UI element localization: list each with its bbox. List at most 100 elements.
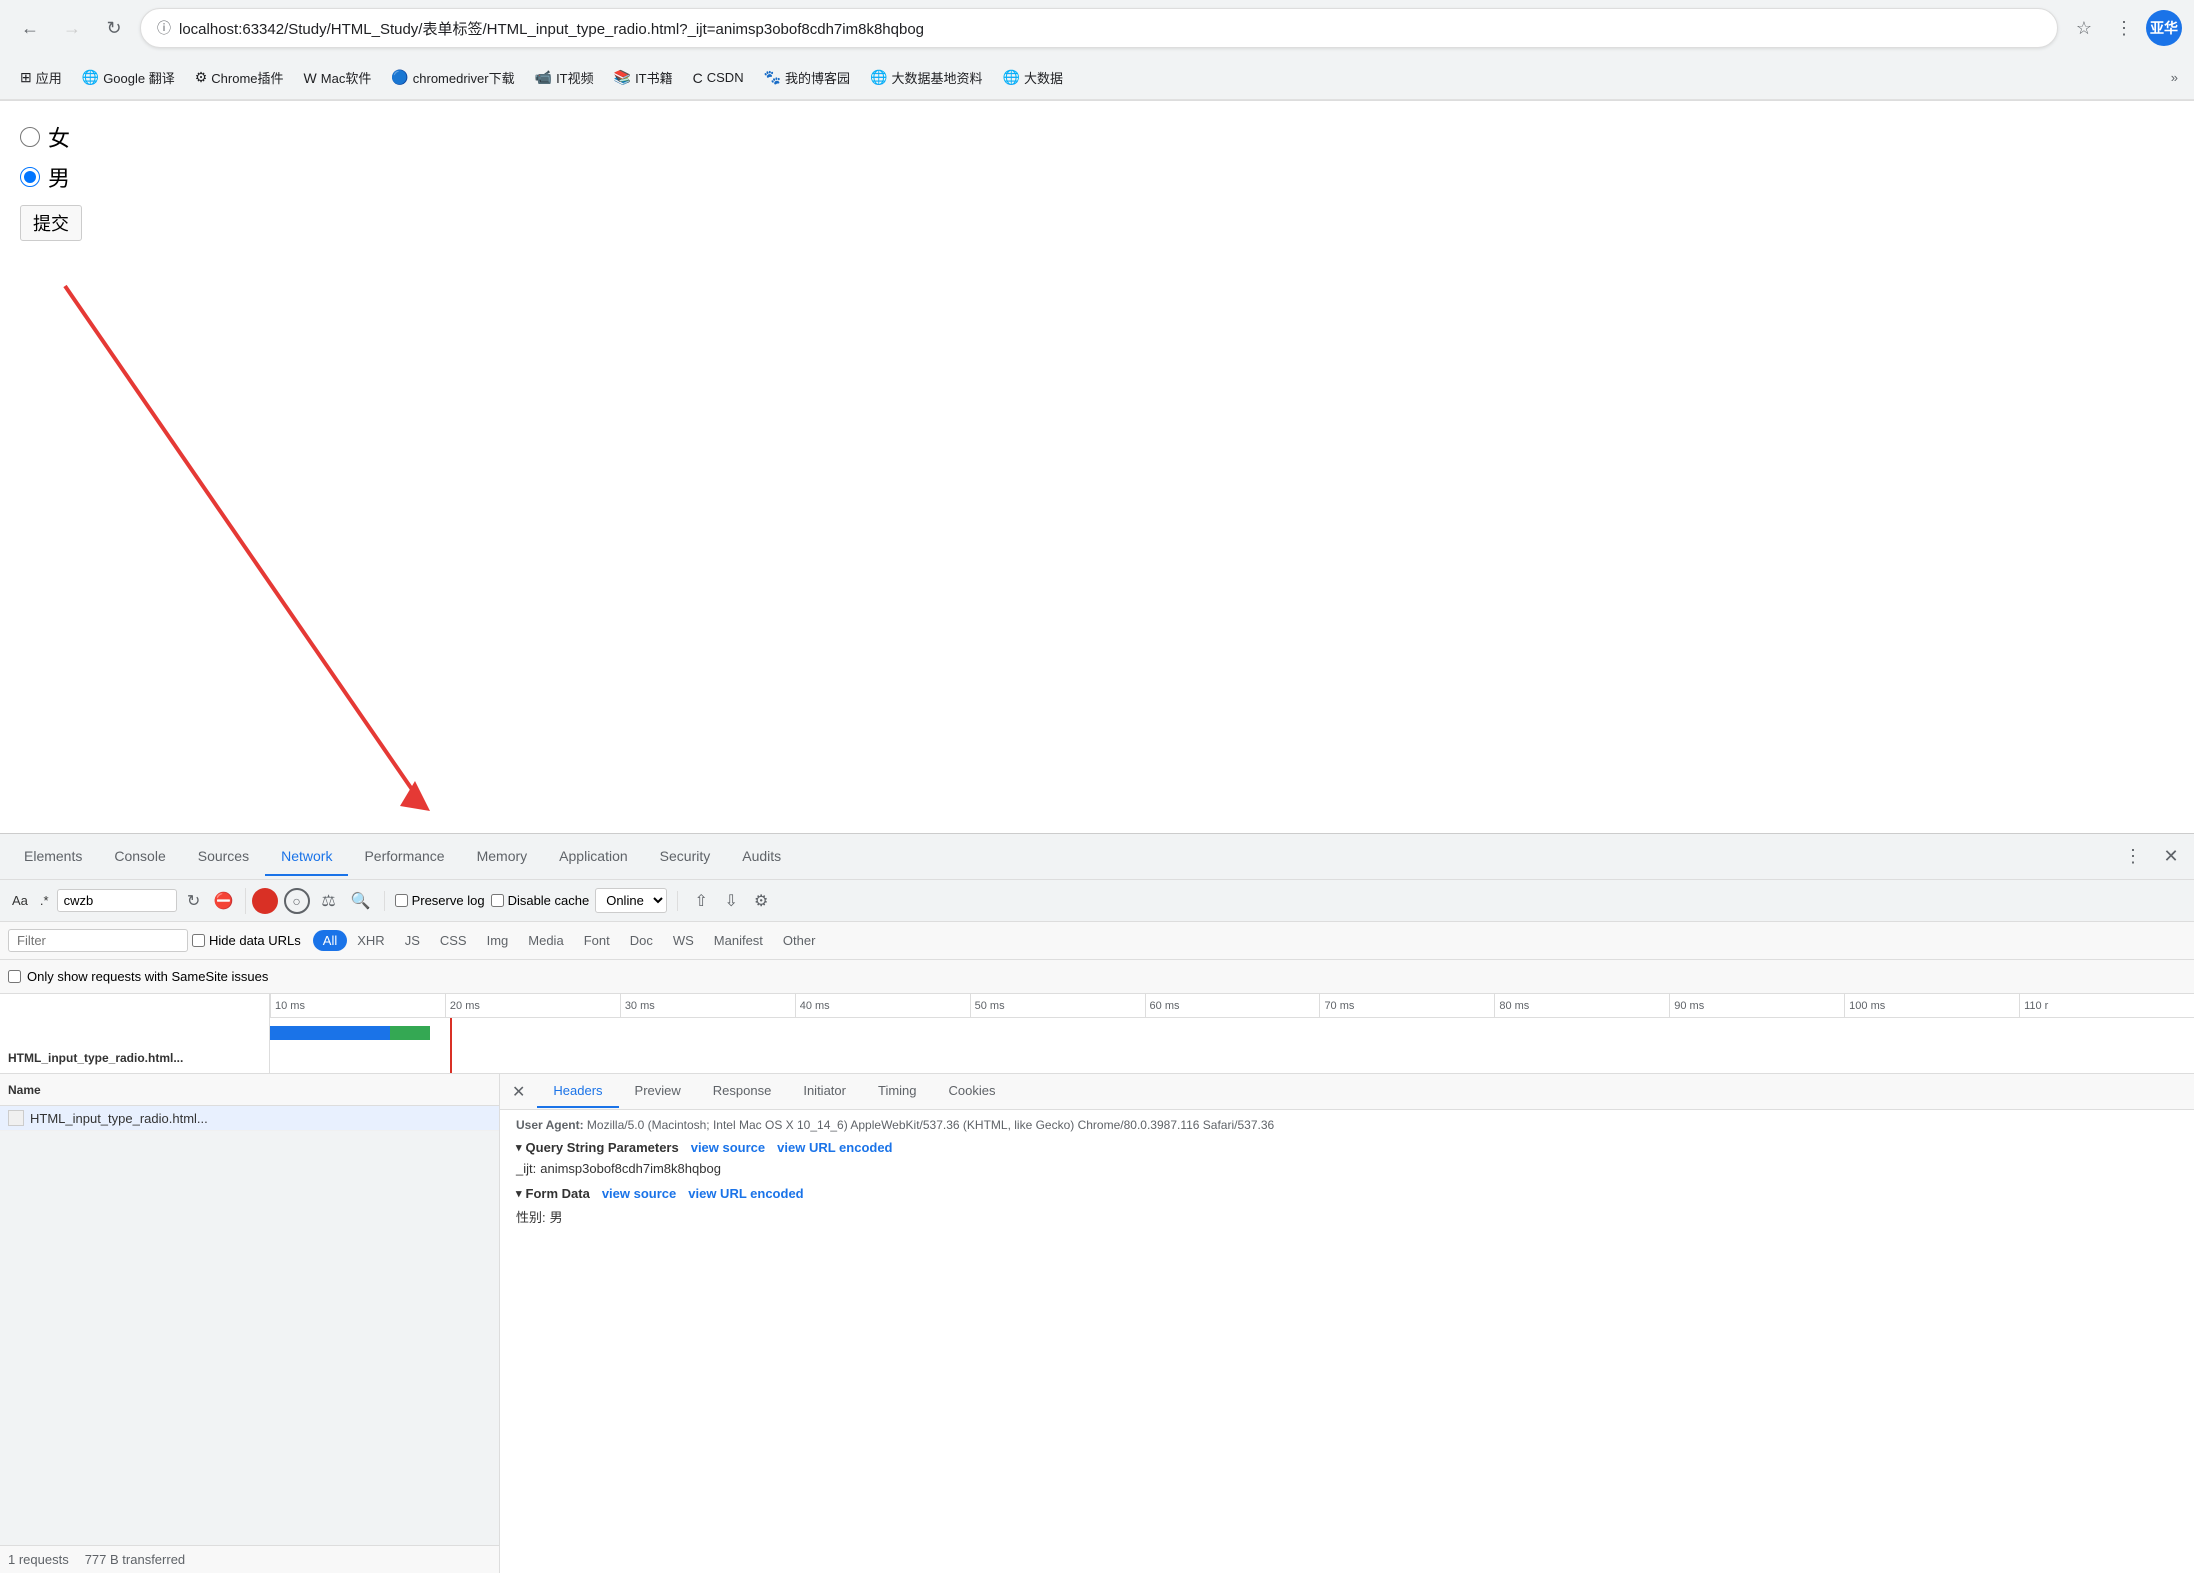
file-icon bbox=[8, 1110, 24, 1126]
bookmark-translate[interactable]: 🌐 Google 翻译 bbox=[74, 64, 183, 91]
tab-network[interactable]: Network bbox=[265, 838, 348, 876]
bookmark-itbook[interactable]: 📚 IT书籍 bbox=[606, 64, 681, 91]
submit-button[interactable]: 提交 bbox=[20, 205, 82, 241]
filter-icon-button[interactable]: ⚖ bbox=[316, 888, 342, 914]
export-button[interactable]: ⇩ bbox=[718, 888, 744, 914]
type-filter-css[interactable]: CSS bbox=[430, 930, 477, 951]
throttling-select[interactable]: Online bbox=[595, 888, 667, 913]
samesite-checkbox[interactable] bbox=[8, 970, 21, 983]
type-filter-img[interactable]: Img bbox=[477, 930, 519, 951]
type-filter-media[interactable]: Media bbox=[518, 930, 573, 951]
tick-40ms: 40 ms bbox=[795, 994, 970, 1018]
apps-icon: ⊞ bbox=[20, 69, 32, 86]
query-view-url-encoded-link[interactable]: view URL encoded bbox=[777, 1140, 892, 1155]
radio-male-input[interactable] bbox=[20, 167, 40, 187]
type-filter-other[interactable]: Other bbox=[773, 930, 826, 951]
form-data-section-header[interactable]: Form Data view source view URL encoded bbox=[516, 1186, 2178, 1201]
radio-female-input[interactable] bbox=[20, 127, 40, 147]
devtools-more-button[interactable]: ⋮ bbox=[2118, 842, 2148, 872]
star-button[interactable]: ☆ bbox=[2066, 10, 2102, 46]
back-button[interactable]: ← bbox=[12, 10, 48, 46]
headers-tab-initiator[interactable]: Initiator bbox=[787, 1075, 862, 1108]
search-clear-button[interactable]: ⛔ bbox=[211, 888, 237, 914]
form-view-url-encoded-link[interactable]: view URL encoded bbox=[688, 1186, 803, 1201]
timeline-name-col: HTML_input_type_radio.html... bbox=[0, 994, 270, 1073]
bookmark-mac[interactable]: W Mac软件 bbox=[296, 64, 380, 91]
filter-input[interactable] bbox=[8, 929, 188, 952]
bookmark-chrome-ext[interactable]: ⚙ Chrome插件 bbox=[187, 64, 292, 91]
bookmarks-more-button[interactable]: » bbox=[2167, 66, 2182, 89]
search-input[interactable] bbox=[57, 889, 177, 912]
reload-button[interactable]: ↻ bbox=[96, 10, 132, 46]
filter-bar: Hide data URLs All XHR JS CSS Img Media … bbox=[0, 922, 2194, 960]
more-button[interactable]: ⋮ bbox=[2106, 10, 2142, 46]
request-bar-blue bbox=[270, 1026, 390, 1040]
query-param-key: _ijt: bbox=[516, 1161, 536, 1176]
tab-memory[interactable]: Memory bbox=[461, 838, 544, 876]
search-network-button[interactable]: 🔍 bbox=[348, 888, 374, 914]
tab-security[interactable]: Security bbox=[644, 838, 727, 876]
type-filter-js[interactable]: JS bbox=[395, 930, 430, 951]
type-filter-ws[interactable]: WS bbox=[663, 930, 704, 951]
headers-tab-preview[interactable]: Preview bbox=[619, 1075, 697, 1108]
type-filter-doc[interactable]: Doc bbox=[620, 930, 663, 951]
forward-button[interactable]: → bbox=[54, 10, 90, 46]
headers-content: User Agent: Mozilla/5.0 (Macintosh; Inte… bbox=[500, 1110, 2194, 1573]
tab-sources[interactable]: Sources bbox=[182, 838, 265, 876]
devtools-close-button[interactable]: ✕ bbox=[2156, 842, 2186, 872]
headers-tab-response[interactable]: Response bbox=[697, 1075, 788, 1108]
bookmark-bigdata[interactable]: 🌐 大数据 bbox=[995, 64, 1071, 91]
search-aa-label[interactable]: Aa bbox=[8, 891, 32, 910]
headers-tab-headers[interactable]: Headers bbox=[537, 1075, 618, 1108]
bookmark-apps[interactable]: ⊞ 应用 bbox=[12, 64, 70, 91]
disable-cache-checkbox[interactable]: Disable cache bbox=[491, 893, 590, 908]
request-list: HTML_input_type_radio.html... bbox=[0, 1106, 499, 1545]
query-view-source-link[interactable]: view source bbox=[691, 1140, 765, 1155]
preserve-log-checkbox[interactable]: Preserve log bbox=[395, 893, 485, 908]
devtools-tabs: Elements Console Sources Network Perform… bbox=[0, 834, 2194, 880]
devtools-panel: Elements Console Sources Network Perform… bbox=[0, 833, 2194, 1573]
address-bar[interactable]: ⓘ localhost:63342/Study/HTML_Study/表单标签/… bbox=[140, 8, 2058, 48]
user-agent-value: Mozilla/5.0 (Macintosh; Intel Mac OS X 1… bbox=[587, 1118, 1274, 1132]
tab-application[interactable]: Application bbox=[543, 838, 644, 876]
stop-button[interactable]: ○ bbox=[284, 888, 310, 914]
tick-30ms: 30 ms bbox=[620, 994, 795, 1018]
bookmark-translate-label: Google 翻译 bbox=[103, 68, 175, 87]
tab-elements[interactable]: Elements bbox=[8, 838, 98, 876]
requests-footer: 1 requests 777 B transferred bbox=[0, 1545, 499, 1573]
hide-data-urls-checkbox[interactable]: Hide data URLs bbox=[192, 933, 301, 948]
bookmark-bigdata-resource-label: 大数据基地资料 bbox=[891, 68, 982, 87]
request-item[interactable]: HTML_input_type_radio.html... bbox=[0, 1106, 499, 1131]
tick-80ms: 80 ms bbox=[1494, 994, 1669, 1018]
headers-tab-cookies[interactable]: Cookies bbox=[933, 1075, 1012, 1108]
tick-110ms: 110 r bbox=[2019, 994, 2194, 1018]
network-content: Name HTML_input_type_radio.html... 1 req… bbox=[0, 1074, 2194, 1573]
search-refresh-button[interactable]: ↻ bbox=[181, 888, 207, 914]
type-filter-font[interactable]: Font bbox=[574, 930, 620, 951]
bookmark-mac-label: Mac软件 bbox=[321, 68, 372, 87]
type-filter-xhr[interactable]: XHR bbox=[347, 930, 394, 951]
tab-performance[interactable]: Performance bbox=[348, 838, 460, 876]
query-string-section-header[interactable]: Query String Parameters view source view… bbox=[516, 1140, 2178, 1155]
bookmark-itbook-label: IT书籍 bbox=[635, 68, 673, 87]
itbook-icon: 📚 bbox=[614, 69, 631, 86]
type-filter-manifest[interactable]: Manifest bbox=[704, 930, 773, 951]
profile-button[interactable]: 亚华 bbox=[2146, 10, 2182, 46]
tab-audits[interactable]: Audits bbox=[726, 838, 797, 876]
tab-console[interactable]: Console bbox=[98, 838, 181, 876]
bookmark-bigdata-resource[interactable]: 🌐 大数据基地资料 bbox=[862, 64, 990, 91]
bookmarks-bar: ⊞ 应用 🌐 Google 翻译 ⚙ Chrome插件 W Mac软件 🔵 ch… bbox=[0, 56, 2194, 100]
settings-button[interactable]: ⚙ bbox=[748, 888, 774, 914]
record-button[interactable] bbox=[252, 888, 278, 914]
bookmark-blog[interactable]: 🐾 我的博客园 bbox=[756, 64, 858, 91]
headers-tab-timing[interactable]: Timing bbox=[862, 1075, 933, 1108]
bookmark-chromedriver[interactable]: 🔵 chromedriver下载 bbox=[383, 64, 522, 91]
tick-20ms: 20 ms bbox=[445, 994, 620, 1018]
headers-close-button[interactable]: ✕ bbox=[500, 1078, 537, 1106]
import-button[interactable]: ⇧ bbox=[688, 888, 714, 914]
search-regex-label[interactable]: .* bbox=[36, 891, 53, 910]
bookmark-csdn[interactable]: C CSDN bbox=[685, 66, 752, 90]
form-view-source-link[interactable]: view source bbox=[602, 1186, 676, 1201]
bookmark-itvideo[interactable]: 📹 IT视频 bbox=[527, 64, 602, 91]
type-filter-all[interactable]: All bbox=[313, 930, 347, 951]
